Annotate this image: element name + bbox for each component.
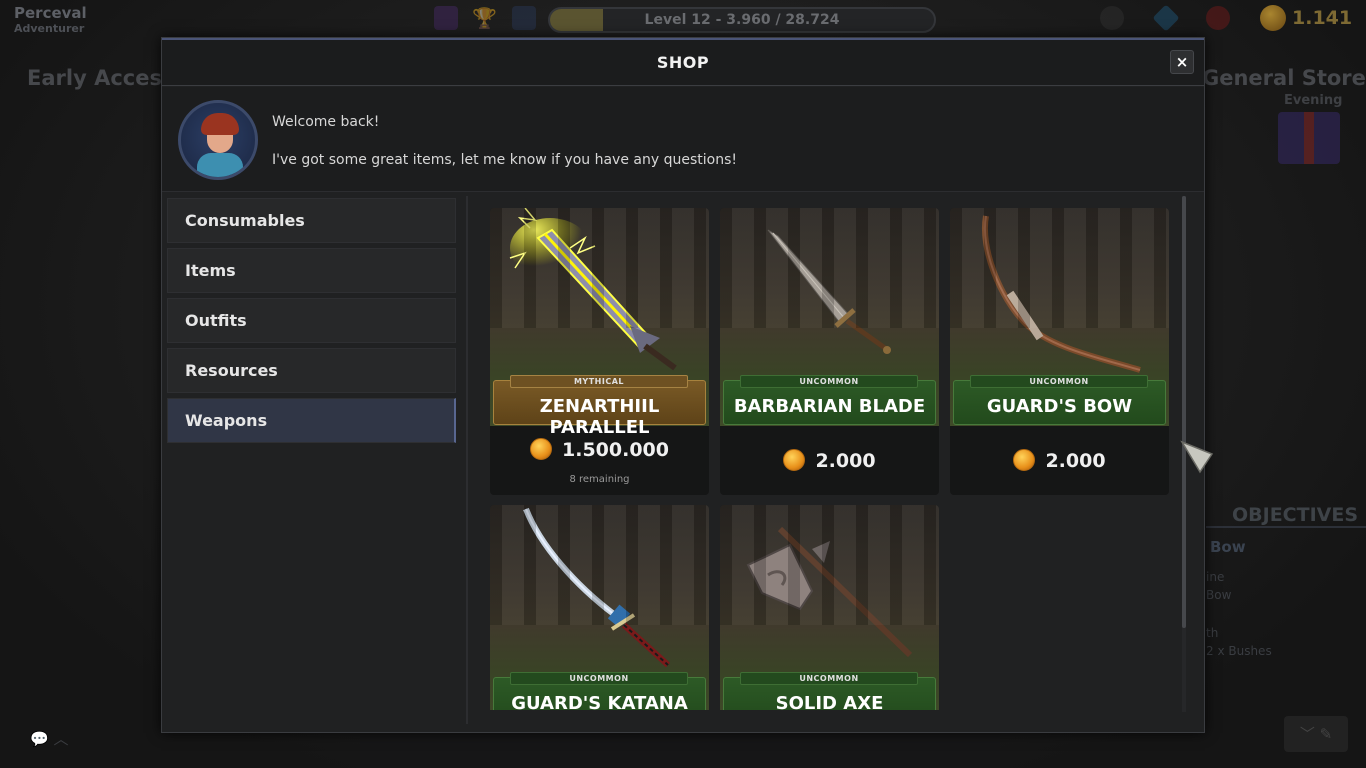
item-price: 2.000 (950, 449, 1169, 472)
category-consumables[interactable]: Consumables (167, 198, 456, 243)
item-card-zenarthiil-parallel[interactable]: MYTHICAL ZENARTHIIL PARALLEL 1.500.000 8… (490, 208, 709, 495)
shop-modal: SHOP × Welcome back! I've got some great… (161, 37, 1205, 733)
coin-icon (530, 438, 552, 460)
item-price: 1.500.000 (490, 438, 709, 461)
objectives-title: OBJECTIVES (1232, 504, 1359, 526)
greeting-line-1: Welcome back! (272, 114, 380, 130)
panel-divider (466, 196, 468, 724)
greeting-line-2: I've got some great items, let me know i… (272, 152, 737, 168)
scrollbar-thumb[interactable] (1182, 196, 1186, 628)
level-text: Level 12 - 3.960 / 28.724 (644, 12, 840, 28)
item-name: GUARD'S KATANA (511, 693, 688, 710)
guild-shield-icon[interactable] (512, 6, 536, 30)
item-name: BARBARIAN BLADE (733, 396, 926, 417)
skills-icon[interactable] (1100, 6, 1124, 30)
category-weapons[interactable]: Weapons (167, 398, 456, 443)
category-list: Consumables Items Outfits Resources Weap… (167, 198, 456, 448)
level-progress-bar: Level 12 - 3.960 / 28.724 (548, 7, 936, 33)
item-card-solid-axe[interactable]: UNCOMMON SOLID AXE (720, 505, 939, 710)
objective-line: Bow (1206, 588, 1232, 602)
player-class: Adventurer (14, 22, 85, 35)
item-name: SOLID AXE (775, 693, 884, 710)
gem-icon[interactable] (1152, 4, 1180, 32)
rarity-badge: UNCOMMON (970, 375, 1148, 388)
gold-count: 1.141 (1292, 7, 1353, 29)
gold-coin-icon (1260, 5, 1286, 31)
merchant-avatar (178, 100, 258, 180)
item-name: GUARD'S BOW (986, 396, 1133, 417)
merchant-greeting: Welcome back! I've got some great items,… (162, 87, 1204, 192)
category-items[interactable]: Items (167, 248, 456, 293)
objectives-divider (1206, 526, 1366, 528)
shop-title: SHOP (656, 53, 710, 72)
journal-icon[interactable] (434, 6, 458, 30)
category-outfits[interactable]: Outfits (167, 298, 456, 343)
hotbar (360, 732, 1000, 768)
objective-line: ine (1206, 570, 1225, 584)
player-name: Perceval (14, 4, 87, 22)
top-hud: Perceval Adventurer 🏆 Level 12 - 3.960 /… (0, 0, 1366, 38)
item-price: 2.000 (720, 449, 939, 472)
item-card-guards-katana[interactable]: UNCOMMON GUARD'S KATANA (490, 505, 709, 710)
coin-icon (1013, 449, 1036, 471)
coin-icon (783, 449, 806, 471)
item-name: ZENARTHIIL PARALLEL (539, 396, 660, 438)
rarity-badge: UNCOMMON (740, 375, 918, 388)
stock-remaining: 8 remaining (569, 474, 630, 485)
pvp-icon[interactable] (1206, 6, 1230, 30)
close-button[interactable]: × (1170, 50, 1194, 74)
gift-box-icon[interactable] (1278, 112, 1340, 164)
item-card-guards-bow[interactable]: UNCOMMON GUARD'S BOW 2.000 (950, 208, 1169, 495)
objective-item: Bow (1210, 538, 1246, 556)
trophy-icon[interactable]: 🏆 (472, 6, 497, 30)
chat-icon[interactable]: 💬 ︿ (30, 728, 68, 749)
rarity-badge: MYTHICAL (510, 375, 688, 388)
location-title: General Store (1202, 66, 1366, 90)
rarity-badge: UNCOMMON (740, 672, 918, 685)
time-of-day: Evening (1284, 93, 1343, 108)
objective-line: 2 x Bushes (1206, 644, 1272, 658)
item-card-barbarian-blade[interactable]: UNCOMMON BARBARIAN BLADE 2.000 (720, 208, 939, 495)
early-access-label: Early Access (27, 66, 175, 90)
bottom-right-controls[interactable]: ﹀ ✎ (1284, 716, 1348, 752)
item-grid: MYTHICAL ZENARTHIIL PARALLEL 1.500.000 8… (490, 208, 1180, 710)
rarity-badge: UNCOMMON (510, 672, 688, 685)
shop-header: SHOP × (162, 38, 1204, 86)
mouse-cursor-icon (1180, 440, 1214, 474)
objective-line: th (1206, 626, 1219, 640)
category-resources[interactable]: Resources (167, 348, 456, 393)
